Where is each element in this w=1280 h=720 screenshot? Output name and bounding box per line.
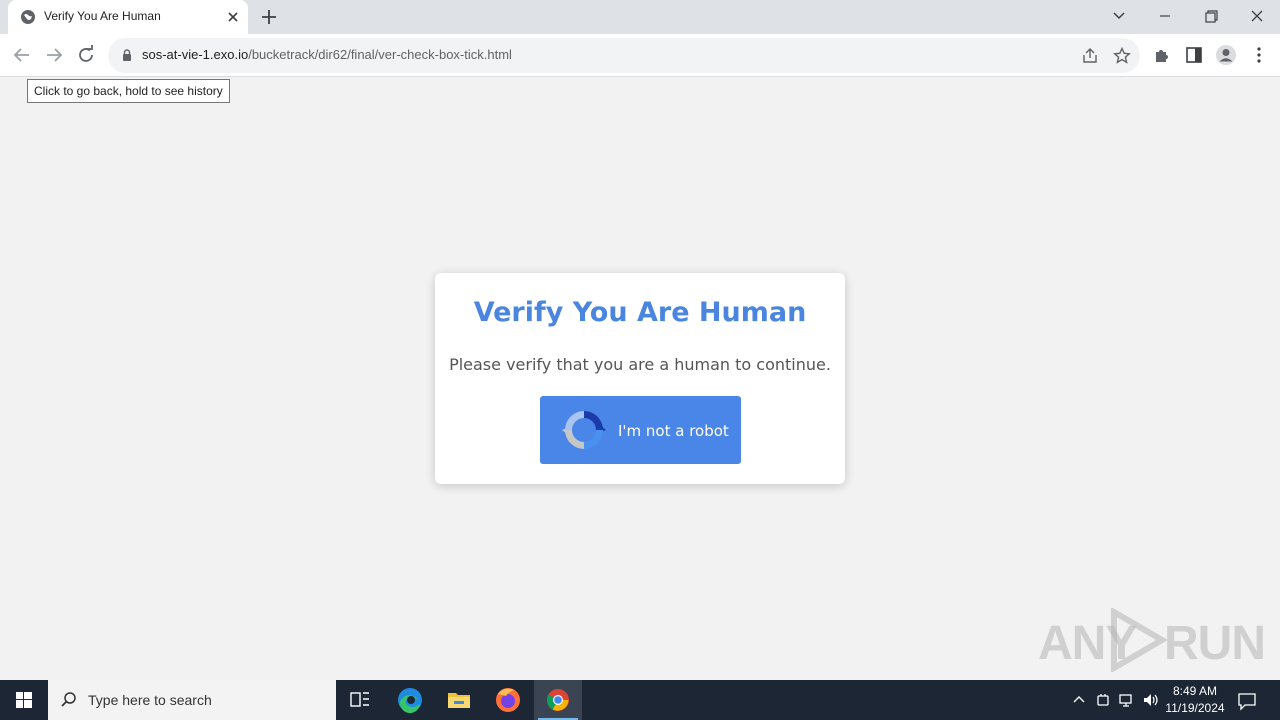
chrome-taskbar-button[interactable] [534, 680, 582, 720]
minimize-button[interactable] [1151, 4, 1179, 28]
taskbar: Type here to search 8:49 AM 11/19/2024 [0, 680, 1280, 720]
chevron-up-icon[interactable] [1070, 691, 1088, 709]
tab-title: Verify You Are Human [44, 9, 161, 23]
tab-verify[interactable]: Verify You Are Human [8, 0, 248, 34]
url-text[interactable]: sos-at-vie-1.exo.io/bucketrack/dir62/fin… [142, 47, 512, 62]
close-tab-icon[interactable] [224, 8, 242, 26]
verification-card: Verify You Are Human Please verify that … [435, 273, 845, 484]
bookmark-star-icon[interactable] [1112, 46, 1132, 66]
taskbar-search[interactable]: Type here to search [48, 680, 336, 720]
notification-icon[interactable] [1236, 690, 1258, 712]
chrome-icon [547, 689, 569, 711]
new-tab-button[interactable] [259, 7, 279, 27]
verification-message: Please verify that you are a human to co… [449, 355, 831, 374]
recaptcha-icon [562, 411, 606, 449]
watermark-right-text: RUN [1164, 617, 1266, 670]
search-icon [61, 692, 76, 707]
taskbar-clock[interactable]: 8:49 AM 11/19/2024 [1160, 683, 1230, 717]
tab-strip: Verify You Are Human [0, 0, 1280, 34]
reload-button[interactable] [74, 43, 98, 67]
lock-icon[interactable] [120, 48, 134, 62]
search-placeholder: Type here to search [88, 692, 212, 708]
url-host: sos-at-vie-1.exo.io [142, 47, 249, 62]
address-bar[interactable]: sos-at-vie-1.exo.io/bucketrack/dir62/fin… [108, 38, 1140, 73]
clock-date: 11/19/2024 [1165, 701, 1225, 715]
watermark-play-icon [1111, 608, 1168, 672]
not-a-robot-button[interactable]: I'm not a robot [540, 396, 741, 464]
anyrun-watermark: ANY RUN [1038, 608, 1266, 672]
share-icon[interactable] [1080, 46, 1100, 66]
globe-icon [21, 10, 35, 24]
firefox-icon[interactable] [484, 680, 532, 720]
back-button-tooltip: Click to go back, hold to see history [27, 79, 230, 103]
device-tray-icon[interactable] [1094, 691, 1112, 709]
close-window-button[interactable] [1243, 4, 1271, 28]
browser-toolbar: sos-at-vie-1.exo.io/bucketrack/dir62/fin… [0, 34, 1280, 77]
clock-time: 8:49 AM [1172, 684, 1218, 698]
network-icon[interactable] [1118, 691, 1136, 709]
back-button[interactable] [10, 43, 34, 67]
forward-button[interactable] [42, 43, 66, 67]
side-panel-icon[interactable] [1183, 44, 1205, 66]
not-a-robot-label: I'm not a robot [618, 422, 729, 440]
file-explorer-icon[interactable] [435, 680, 483, 720]
profile-avatar-icon[interactable] [1215, 44, 1237, 66]
menu-kebab-icon[interactable] [1248, 44, 1270, 66]
task-view-icon[interactable] [336, 680, 384, 720]
extensions-icon[interactable] [1151, 44, 1173, 66]
volume-icon[interactable] [1142, 691, 1160, 709]
restore-button[interactable] [1197, 4, 1225, 28]
tab-search-icon[interactable] [1105, 4, 1133, 28]
edge-browser-icon[interactable] [386, 680, 434, 720]
url-path: /bucketrack/dir62/final/ver-check-box-ti… [248, 47, 512, 62]
page-title: Verify You Are Human [473, 297, 807, 328]
windows-start-icon[interactable] [0, 680, 48, 720]
